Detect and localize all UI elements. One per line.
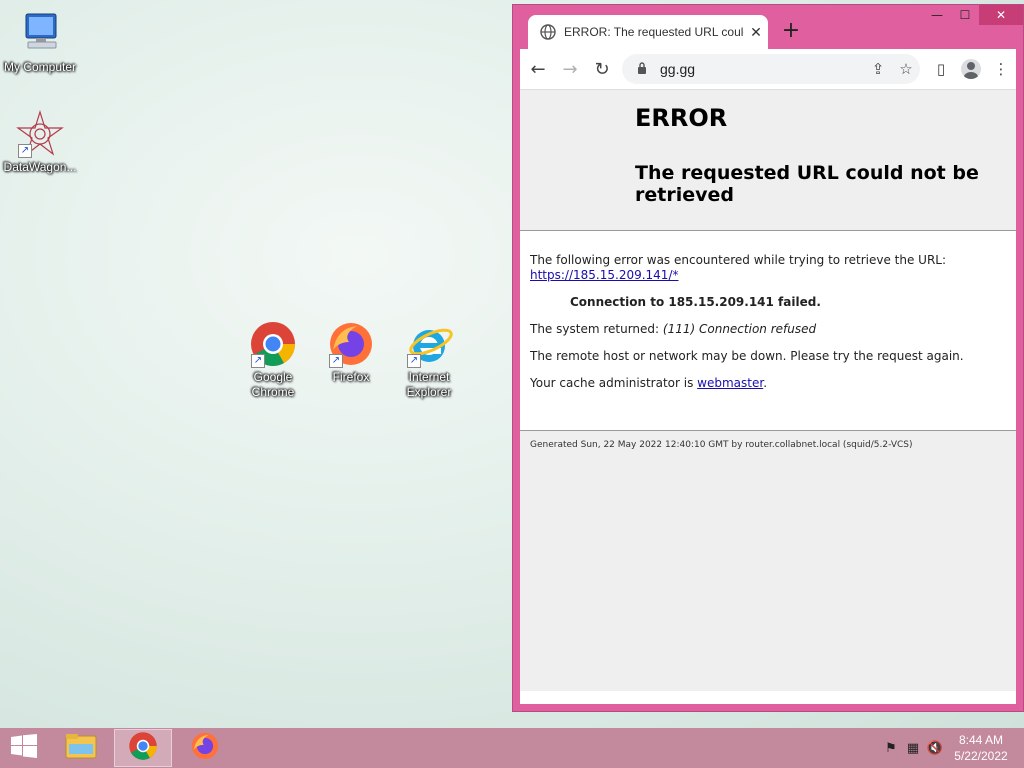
back-arrow-icon: ←: [530, 58, 546, 80]
desktop-icon-label: Internet Explorer: [406, 370, 452, 399]
chrome-icon: ↗: [249, 320, 297, 368]
side-panel-icon[interactable]: ▯: [926, 60, 956, 78]
reload-button[interactable]: ↻: [588, 55, 616, 83]
tab-close-icon[interactable]: ✕: [744, 24, 768, 41]
windows-logo-icon: [11, 734, 37, 762]
system-returned-label: The system returned:: [530, 322, 660, 336]
system-returned-value: (111) Connection refused: [662, 322, 817, 336]
tab-strip: ERROR: The requested URL could not be re…: [520, 13, 1016, 49]
cache-admin-suffix: .: [763, 376, 768, 390]
shortcut-arrow-icon: ↗: [407, 354, 421, 368]
desktop-icon-google-chrome[interactable]: ↗ Google Chrome: [233, 320, 313, 400]
shortcut-arrow-icon: ↗: [18, 144, 32, 158]
desktop-icon-label: Firefox: [332, 370, 370, 384]
page-content: ERROR The requested URL could not be ret…: [520, 89, 1016, 704]
system-tray: ⚑ ▦ 🔇 8:44 AM 5/22/2022: [880, 728, 1016, 768]
desktop-icon-label: Google Chrome: [251, 370, 295, 399]
address-bar[interactable]: gg.gg ⇪ ☆: [622, 54, 920, 84]
intro-text: The following error was encountered whil…: [530, 253, 1006, 283]
url-text[interactable]: gg.gg: [660, 61, 864, 77]
shortcut-arrow-icon: ↗: [251, 354, 265, 368]
desktop-icon-firefox[interactable]: ↗ Firefox: [311, 320, 391, 385]
taskbar-chrome[interactable]: [114, 729, 172, 767]
page-subtitle: The requested URL could not be retrieved: [635, 162, 979, 206]
firefox-icon: [190, 731, 220, 765]
cache-admin-text: Your cache administrator is webmaster.: [530, 376, 1006, 391]
volume-muted-icon[interactable]: 🔇: [924, 741, 946, 756]
new-tab-button[interactable]: +: [778, 19, 804, 45]
globe-icon: [540, 24, 556, 40]
folder-icon: [65, 732, 97, 764]
chrome-icon: [128, 731, 158, 765]
profile-button[interactable]: [956, 59, 986, 79]
failed-url-link[interactable]: https://185.15.209.141/*: [530, 268, 678, 282]
browser-window: — ☐ ✕ ERROR: The requested URL could not…: [512, 4, 1024, 712]
webmaster-link[interactable]: webmaster: [697, 376, 763, 390]
datawagon-icon: ↗: [16, 109, 64, 158]
remote-down-text: The remote host or network may be down. …: [530, 349, 964, 363]
avatar-icon: [961, 59, 981, 79]
taskbar-firefox[interactable]: [176, 729, 234, 767]
browser-tab[interactable]: ERROR: The requested URL could not be re…: [528, 15, 768, 49]
forward-arrow-icon: →: [562, 58, 578, 80]
intro-label: The following error was encountered whil…: [530, 253, 947, 267]
taskbar-file-explorer[interactable]: [52, 729, 110, 767]
network-icon[interactable]: ▦: [902, 741, 924, 756]
error-footer: Generated Sun, 22 May 2022 12:40:10 GMT …: [520, 430, 1016, 691]
taskbar: ⚑ ▦ 🔇 8:44 AM 5/22/2022: [0, 728, 1024, 768]
share-icon[interactable]: ⇪: [864, 60, 892, 78]
shortcut-arrow-icon: ↗: [329, 354, 343, 368]
clock[interactable]: 8:44 AM 5/22/2022: [946, 732, 1016, 764]
lock-icon: [632, 61, 652, 77]
clock-time: 8:44 AM: [958, 733, 1004, 747]
connection-failed-text: Connection to 185.15.209.141 failed.: [570, 295, 821, 309]
browser-toolbar: ← → ↻ gg.gg ⇪ ☆ ▯ ⋮: [520, 49, 1016, 89]
internet-explorer-icon: ↗: [405, 320, 453, 368]
desktop-icon-datawagon[interactable]: ↗ DataWagon...: [0, 109, 80, 175]
clock-date: 5/22/2022: [954, 749, 1008, 763]
generated-text: Generated Sun, 22 May 2022 12:40:10 GMT …: [530, 440, 913, 450]
desktop-icon-label: DataWagon...: [3, 160, 77, 174]
start-button[interactable]: [0, 728, 48, 768]
error-header: ERROR The requested URL could not be ret…: [520, 90, 1016, 231]
error-body: The following error was encountered whil…: [520, 231, 1016, 391]
bookmark-star-icon[interactable]: ☆: [892, 60, 920, 78]
cache-admin-prefix: Your cache administrator is: [530, 376, 694, 390]
menu-kebab-icon[interactable]: ⋮: [986, 60, 1016, 78]
system-returned-text: The system returned: (111) Connection re…: [530, 322, 1006, 337]
tab-title: ERROR: The requested URL could not be re…: [564, 25, 744, 39]
page-title: ERROR: [635, 104, 728, 132]
action-center-flag-icon[interactable]: ⚑: [880, 741, 902, 756]
desktop-icon-internet-explorer[interactable]: ↗ Internet Explorer: [389, 320, 469, 400]
firefox-icon: ↗: [327, 320, 375, 368]
forward-button[interactable]: →: [556, 55, 584, 83]
desktop-icon-label: My Computer: [3, 60, 77, 74]
computer-icon: [16, 10, 64, 58]
reload-icon: ↻: [594, 58, 610, 80]
back-button[interactable]: ←: [524, 55, 552, 83]
desktop-icon-my-computer[interactable]: My Computer: [0, 10, 80, 75]
